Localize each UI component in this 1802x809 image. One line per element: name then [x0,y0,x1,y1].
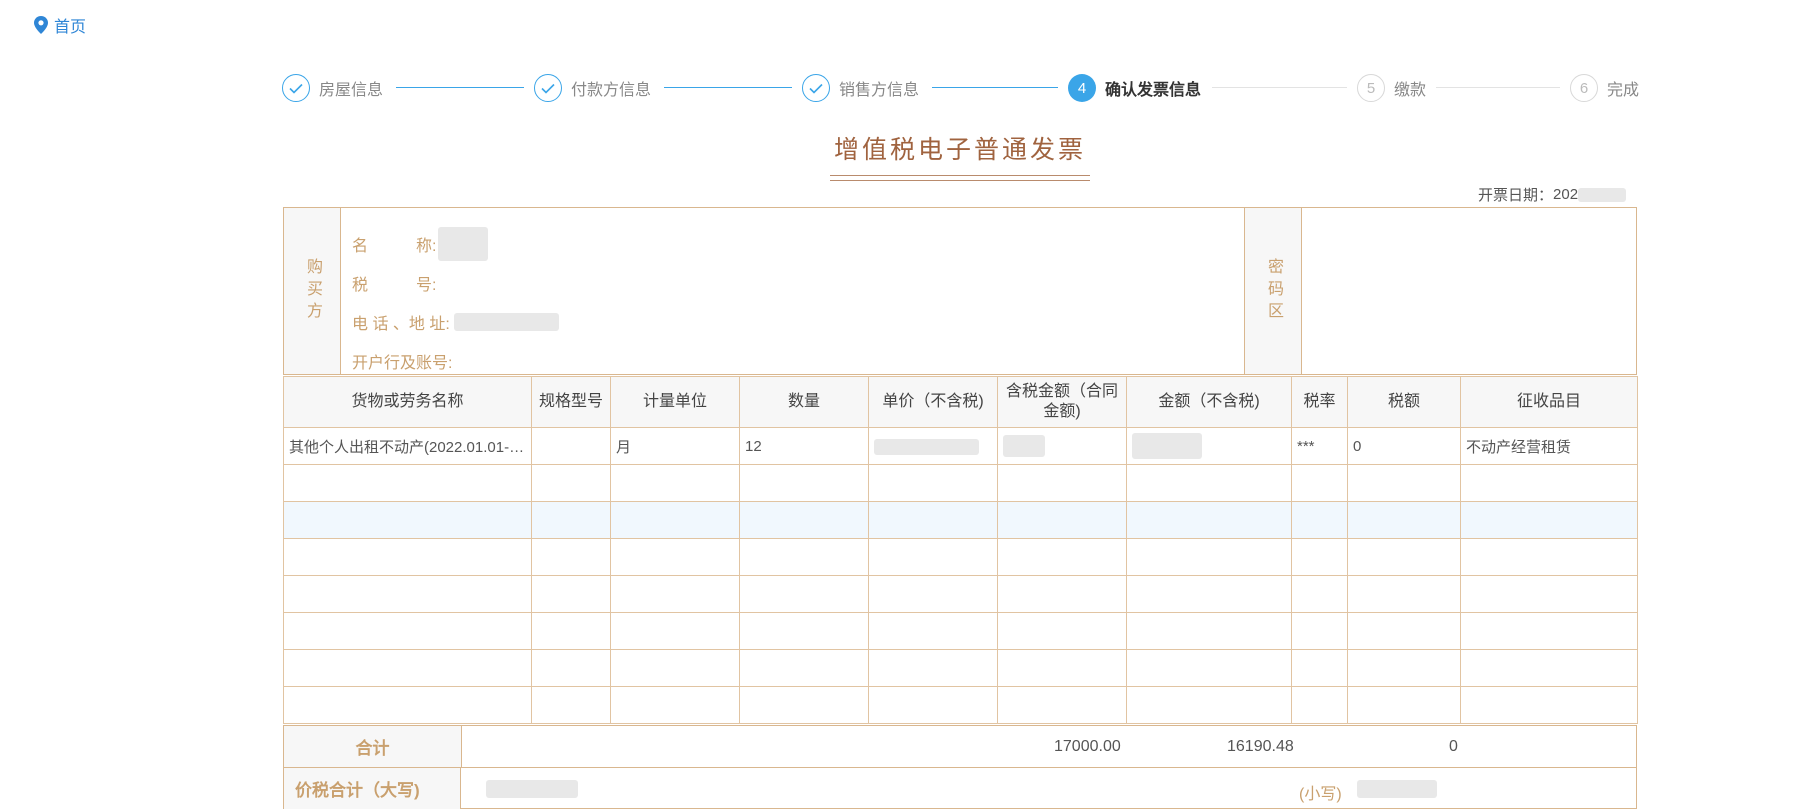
buyer-tax-id-field: 税 号: [352,263,559,302]
step-number: 5 [1357,74,1385,102]
redacted-block [453,312,559,331]
step-label: 确认发票信息 [1105,82,1202,99]
tax-cell: 0 [1347,427,1461,465]
step-connector [664,87,792,88]
step-payment: 5 缴款 [1357,72,1426,104]
invoice-date-value: 202 [1553,186,1579,203]
column-header: 征收品目 [1460,376,1638,428]
breadcrumb[interactable]: 首页 [34,13,86,37]
redacted-block [874,438,979,455]
table-row [283,649,1638,687]
step-label: 房屋信息 [319,82,384,99]
step-confirm-invoice: 4 确认发票信息 [1068,72,1201,104]
tax-rate-cell: *** [1291,427,1348,465]
step-label: 销售方信息 [839,82,920,99]
redacted-block [486,780,578,798]
step-label: 付款方信息 [571,82,652,99]
field-label: 名 称: [352,237,437,255]
column-header: 税率 [1291,376,1348,428]
grand-total-lower-label: (小写) [1299,786,1342,803]
location-pin-icon [34,16,48,34]
field-label: 电 话 、地 址: [352,315,450,333]
quantity-cell: 12 [739,427,869,465]
totals-section: 合计 17000.00 16190.48 0 价税合计（大写) (小写) [283,725,1637,809]
column-header: 规格型号 [531,376,611,428]
buyer-bank-account-field: 开户行及账号: [352,341,559,380]
sum-label: 合计 [284,726,462,767]
sum-amount: 16190.48 [1227,738,1294,755]
step-connector [396,87,524,88]
redacted-block [1357,780,1437,798]
table-row [283,686,1638,724]
table-row [283,612,1638,650]
step-seller-info: 销售方信息 [802,72,919,104]
step-connector [932,87,1058,88]
column-header: 计量单位 [610,376,740,428]
table-row [283,464,1638,502]
sum-row: 合计 17000.00 16190.48 0 [284,726,1636,768]
unit-price-cell [868,427,998,465]
table-row [283,575,1638,613]
check-icon [802,74,830,102]
tax-incl-amount-cell [997,427,1127,465]
category-cell: 不动产经营租赁 [1460,427,1638,465]
sum-tax: 0 [1449,738,1458,755]
column-header: 金额（不含税) [1126,376,1292,428]
column-header: 数量 [739,376,869,428]
breadcrumb-home-link[interactable]: 首页 [54,13,86,37]
step-label: 完成 [1607,82,1640,99]
step-payer-info: 付款方信息 [534,72,651,104]
step-connector [1212,87,1347,88]
table-header-row: 货物或劳务名称 规格型号 计量单位 数量 单价（不含税) 含税金额（合同金额) … [283,376,1638,428]
redacted-block [438,226,489,261]
grand-total-upper-label: 价税合计（大写) [284,768,461,809]
progress-steps: 房屋信息 付款方信息 销售方信息 4 确认发票信息 5 缴款 6 完成 [282,72,1640,104]
step-connector [1436,87,1560,88]
grand-total-row: 价税合计（大写) (小写) [284,768,1636,809]
column-header: 单价（不含税) [868,376,998,428]
check-icon [534,74,562,102]
buyer-name-field: 名 称: [352,224,559,263]
invoice-items-table: 货物或劳务名称 规格型号 计量单位 数量 单价（不含税) 含税金额（合同金额) … [283,376,1638,724]
invoice-title: 增值税电子普通发票 [833,135,1086,164]
redacted-block [1578,187,1627,202]
title-underline [830,175,1090,176]
unit-cell: 月 [610,427,740,465]
redacted-block [1003,435,1045,457]
field-label: 开户行及账号: [352,354,453,372]
redacted-block [1132,433,1202,459]
buyer-fields: 名 称: 税 号: 电 话 、地 址: 开户行及账号: [352,224,559,380]
password-area-label: 密码区 [1244,208,1302,374]
step-house-info: 房屋信息 [282,72,383,104]
buyer-side-label: 购买方 [284,208,341,374]
column-header: 货物或劳务名称 [283,376,532,428]
check-icon [282,74,310,102]
invoice-date-label: 开票日期： [1478,187,1554,204]
buyer-phone-address-field: 电 话 、地 址: [352,302,559,341]
field-label: 税 号: [352,276,437,294]
table-row [283,501,1638,539]
column-header: 含税金额（合同金额) [997,376,1127,428]
buyer-section: 购买方 名 称: 税 号: 电 话 、地 址: 开户行及账号: 密码区 [283,207,1637,375]
invoice-date: 开票日期： 202 [1478,184,1627,205]
step-number: 4 [1068,74,1096,102]
spec-cell [531,427,611,465]
table-row: 其他个人出租不动产(2022.01.01-2022.12.31) 月 12 **… [283,427,1638,465]
item-name-cell: 其他个人出租不动产(2022.01.01-2022.12.31) [283,427,532,465]
amount-cell [1126,427,1292,465]
step-number: 6 [1570,74,1598,102]
step-label: 缴款 [1394,82,1427,99]
table-row [283,538,1638,576]
step-complete: 6 完成 [1570,72,1639,104]
column-header: 税额 [1347,376,1461,428]
sum-tax-incl: 17000.00 [1054,738,1121,755]
title-underline [830,180,1090,181]
